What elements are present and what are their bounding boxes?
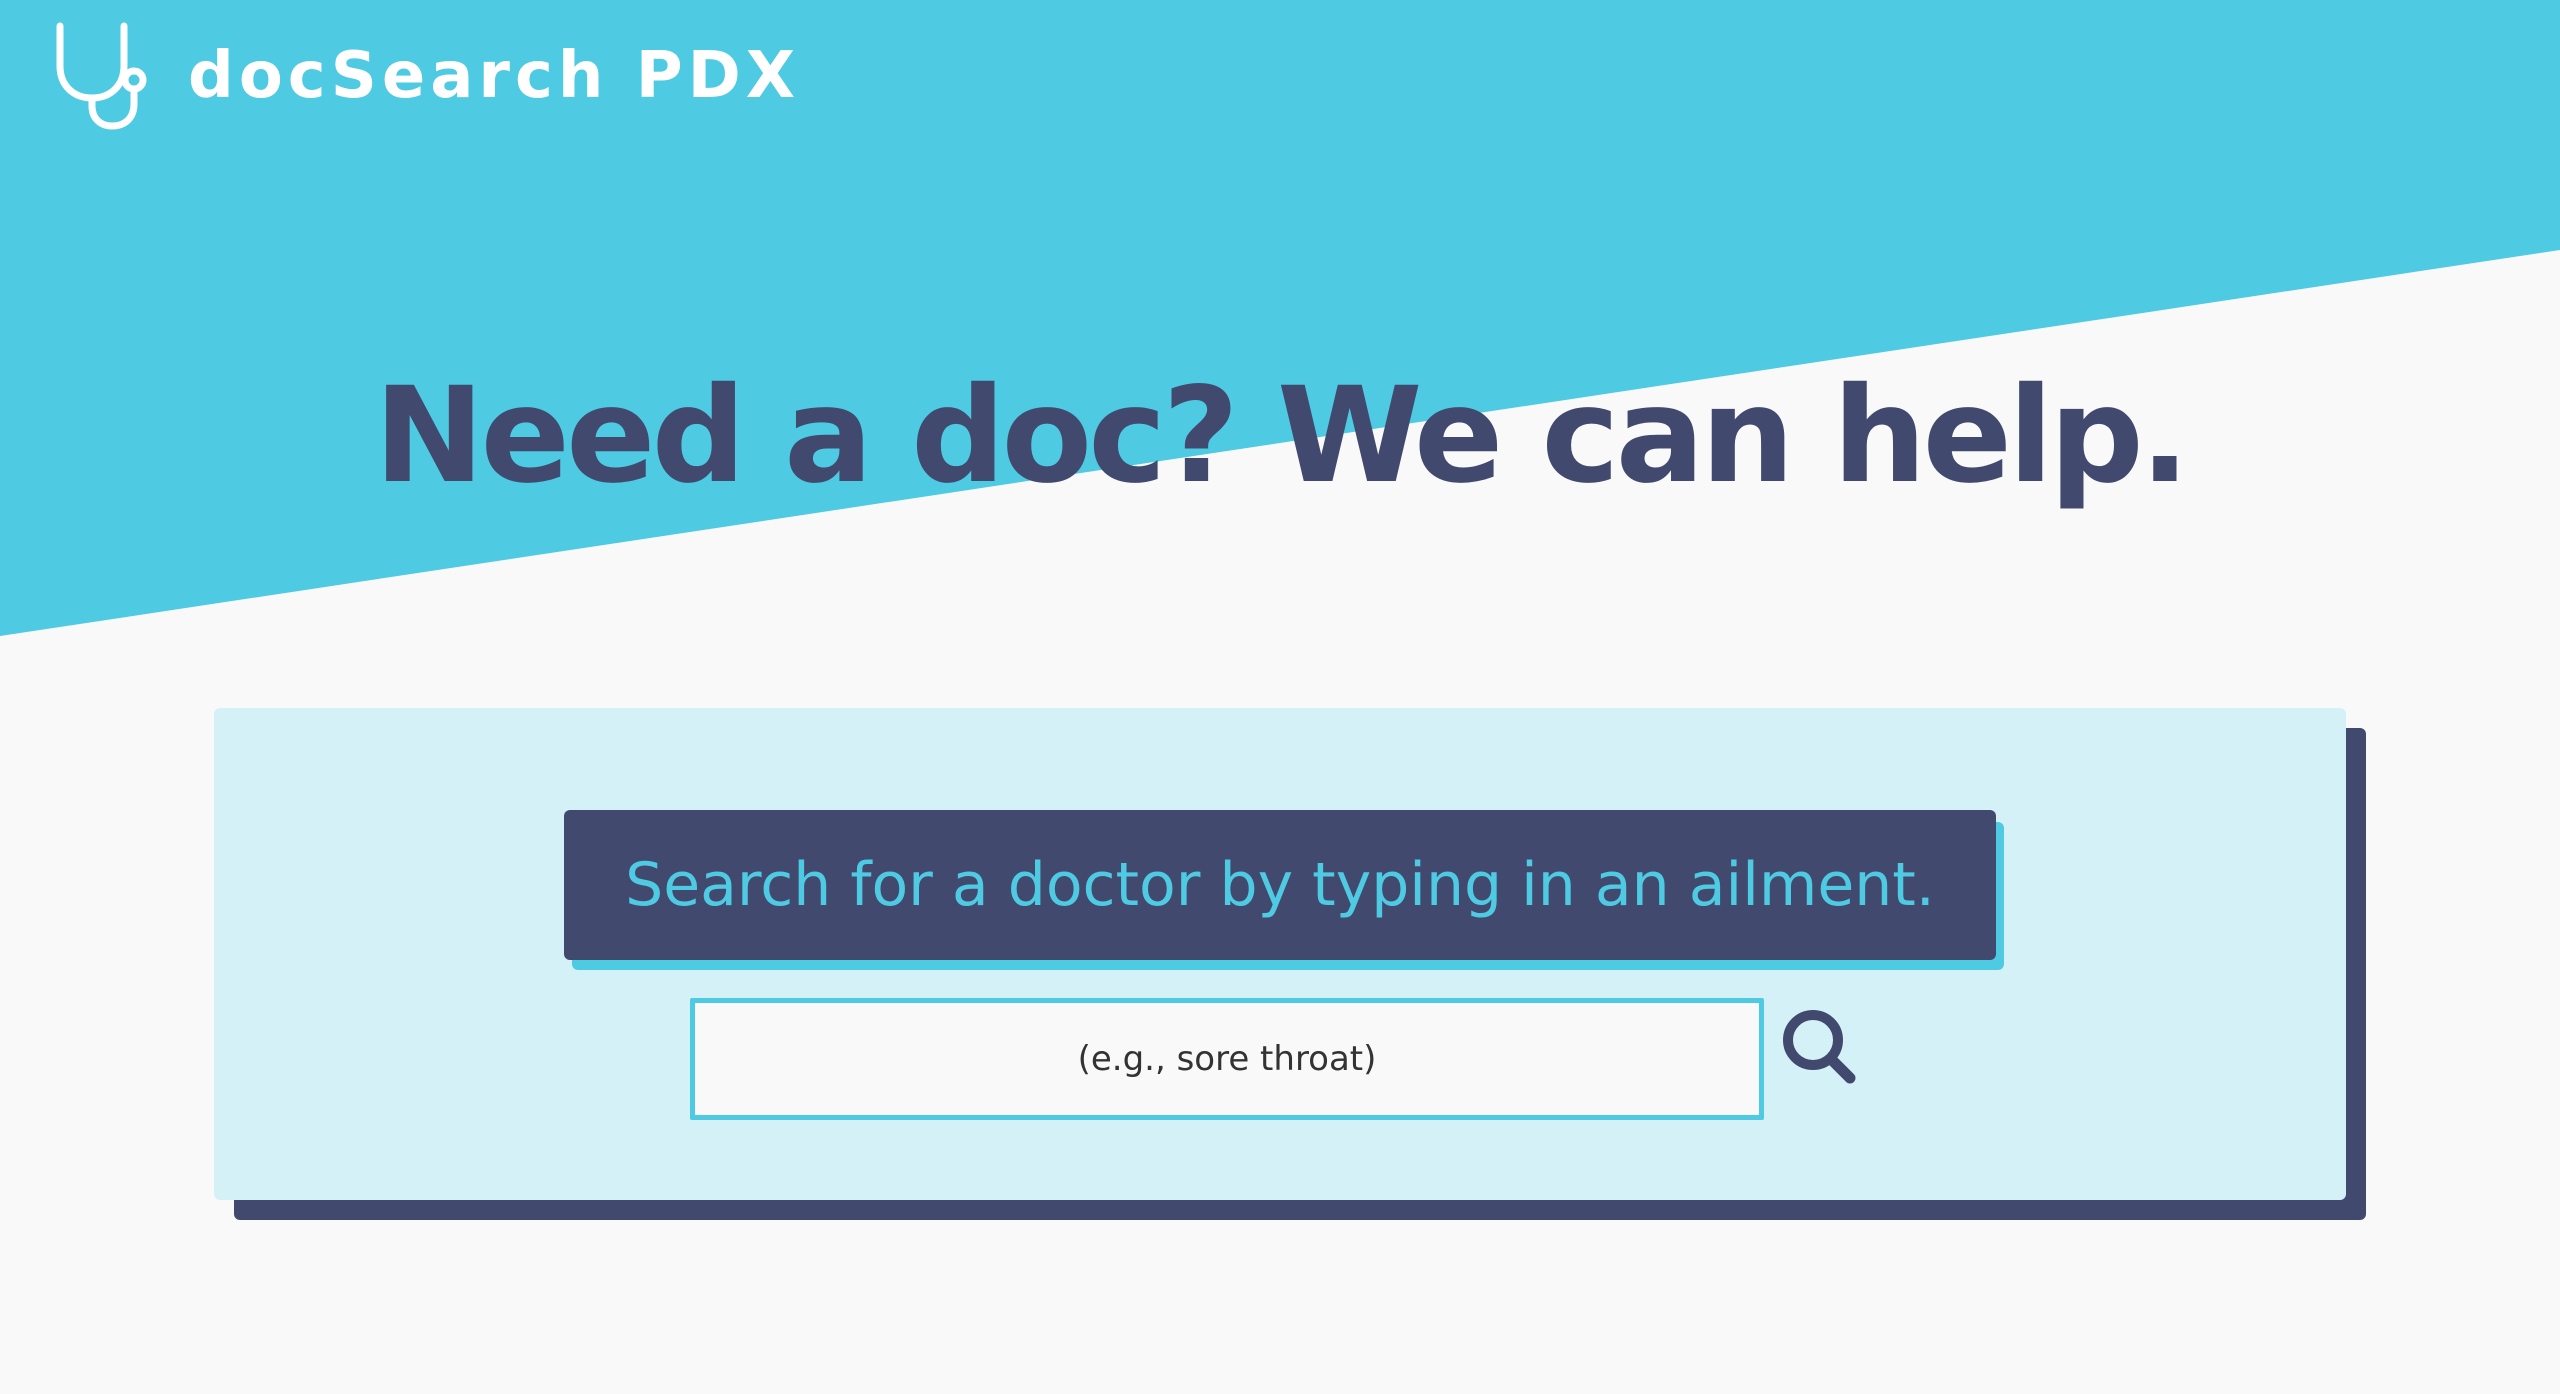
ailment-search-input[interactable] [690,998,1764,1120]
hero-headline: Need a doc? We can help. [374,359,2190,513]
search-prompt-banner: Search for a doctor by typing in an ailm… [564,810,1996,960]
search-icon [1783,1010,1856,1084]
brand-logo-link[interactable]: docSearch PDX [48,20,800,132]
brand-name: docSearch PDX [188,39,801,113]
stethoscope-icon [56,22,147,130]
search-prompt-text: Search for a doctor by typing in an ailm… [625,850,1935,920]
search-button[interactable] [1776,1004,1866,1094]
